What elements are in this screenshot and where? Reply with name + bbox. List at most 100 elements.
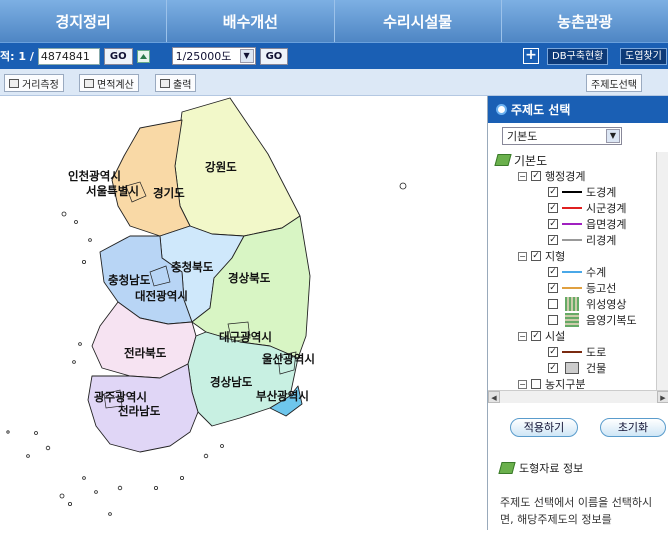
checkbox[interactable]: ✓ [548,283,558,293]
collapse-icon[interactable]: − [518,379,527,389]
theme-select-button[interactable]: 주제도선택 [586,74,642,92]
label-daegu: 대구광역시 [219,330,272,344]
tree-item-village[interactable]: ✓ 리경계 [548,232,616,248]
chevron-down-icon: ▼ [239,49,254,63]
reset-button[interactable]: 초기화 [600,418,666,437]
collapse-icon[interactable]: − [518,331,527,341]
tree-vertical-scrollbar[interactable] [656,152,668,392]
checkbox[interactable]: ✓ [548,235,558,245]
tree-item-road[interactable]: ✓ 도로 [548,344,606,360]
distance-label: 거리측정 [22,79,59,91]
label-chungnam: 충청남도 [108,273,151,287]
layers-icon [494,154,512,166]
area-label: 면적계산 [97,79,134,91]
checkbox[interactable] [548,315,558,325]
tree-item-label: 도경계 [586,186,617,199]
tree-item-hillshade[interactable]: 음영기복도 [548,312,637,328]
checkbox[interactable] [531,379,541,389]
info-header: 도형자료 정보 [498,460,584,476]
tree-item-label: 등고선 [586,282,617,295]
panel-header: 주제도 선택 [488,96,668,123]
tab-farmland-arrangement[interactable]: 경지정리 [0,0,168,42]
tree-item-label: 음영기복도 [586,314,637,327]
print-label: 출력 [173,79,192,91]
info-title: 도형자료 정보 [519,462,584,475]
distance-button[interactable]: 거리측정 [4,74,64,92]
tree-item-satellite[interactable]: 위성영상 [548,296,626,312]
tree-group-facility[interactable]: − ✓ 시설 [518,328,565,344]
tree-group-admin-label: 행정경계 [545,170,586,183]
collapse-icon[interactable]: − [518,251,527,261]
basemap-select[interactable]: 기본도 ▼ [502,127,622,145]
panel-title: 주제도 선택 [511,103,571,117]
scale-select[interactable]: 1/25000도 ▼ [171,47,256,65]
map-sheet-find-button[interactable]: 도엽찾기 [620,48,667,65]
grid-icon [84,78,94,88]
tree-item-label: 도로 [586,346,607,359]
scale-select-value: 1/25000도 [175,50,232,63]
label-chungbuk: 충청북도 [171,260,214,274]
checkbox[interactable] [548,299,558,309]
expand-icon[interactable] [136,49,150,63]
db-status-button[interactable]: DB구축현황 [547,48,609,65]
korea-map[interactable]: 인천광역시 서울특별시 경기도 강원도 충청북도 충청남도 대전광역시 경상북도… [0,96,487,530]
label-incheon: 인천광역시 [68,169,121,183]
tab-rural-tourism[interactable]: 농촌관광 [501,0,668,42]
tool-row: 거리측정 면적계산 출력 주제도선택 [0,69,668,96]
chevron-down-icon: ▼ [606,129,620,143]
checkbox[interactable]: ✓ [531,251,541,261]
theme-panel: 주제도 선택 기본도 ▼ 기본도 − ✓ 행정경계 ✓ 도경계 ✓ 시군경계 ✓… [487,96,668,530]
info-text: 주제도 선택에서 이름을 선택하시면, 해당주제도의 정보를 [500,496,653,526]
checkbox[interactable]: ✓ [548,187,558,197]
tree-item-label: 위성영상 [586,298,627,311]
tree-horizontal-scrollbar[interactable]: ◀ ▶ [488,390,668,403]
tree-item-city[interactable]: ✓ 시군경계 [548,200,626,216]
tab-drainage-improvement[interactable]: 배수개선 [167,0,335,42]
print-button[interactable]: 출력 [155,74,197,92]
tree-group-terrain[interactable]: − ✓ 지형 [518,248,565,264]
tab-irrigation-facilities[interactable]: 수리시설물 [334,0,502,42]
area-button[interactable]: 면적계산 [79,74,139,92]
page-go-button[interactable]: GO [103,47,133,65]
map-toolbar: 적: 1 / 4874841 GO 1/25000도 ▼ GO + DB구축현황… [0,42,668,69]
apply-button[interactable]: 적용하기 [510,418,578,437]
panel-button-row: 적용하기 초기화 [488,414,668,440]
tree-item-contour[interactable]: ✓ 등고선 [548,280,616,296]
ruler-icon [9,78,19,88]
page-input[interactable]: 4874841 [37,47,100,65]
checkbox[interactable]: ✓ [531,331,541,341]
label-jeonnam: 전라남도 [118,404,161,418]
tree-root-label: 기본도 [514,153,548,168]
scroll-left-icon[interactable]: ◀ [488,391,500,403]
tree-item-water[interactable]: ✓ 수계 [548,264,606,280]
tree-item-town[interactable]: ✓ 읍면경계 [548,216,626,232]
checkbox[interactable]: ✓ [548,363,558,373]
tree-root[interactable]: 기본도 [494,152,548,168]
region-gangwon[interactable] [174,97,301,237]
tree-item-province[interactable]: ✓ 도경계 [548,184,616,200]
map-view[interactable]: 인천광역시 서울특별시 경기도 강원도 충청북도 충청남도 대전광역시 경상북도… [0,96,487,530]
checkbox[interactable]: ✓ [548,219,558,229]
theme-select-label: 주제도선택 [591,79,637,91]
basemap-select-value: 기본도 [507,130,538,143]
raster-icon [565,297,579,311]
checkbox[interactable]: ✓ [548,203,558,213]
radio-icon [496,104,507,115]
tree-item-label: 수계 [586,266,607,279]
label-gangwon: 강원도 [205,160,237,174]
top-nav: 경지정리 배수개선 수리시설물 농촌관광 [0,0,668,42]
label-busan: 부산광역시 [256,389,309,403]
tree-group-admin[interactable]: − ✓ 행정경계 [518,168,585,184]
layer-tree: 기본도 − ✓ 행정경계 ✓ 도경계 ✓ 시군경계 ✓ 읍면경계 ✓ 리경계 −… [488,152,656,392]
tree-item-label: 시군경계 [586,202,627,215]
plus-button[interactable]: + [523,48,539,64]
checkbox[interactable]: ✓ [548,347,558,357]
collapse-icon[interactable]: − [518,171,527,181]
label-ulsan: 울산광역시 [262,352,315,366]
tree-group-terrain-label: 지형 [545,250,566,263]
tree-item-building[interactable]: ✓ 건물 [548,360,606,376]
checkbox[interactable]: ✓ [531,171,541,181]
scale-go-button[interactable]: GO [259,47,289,65]
checkbox[interactable]: ✓ [548,267,558,277]
scroll-right-icon[interactable]: ▶ [657,391,668,403]
